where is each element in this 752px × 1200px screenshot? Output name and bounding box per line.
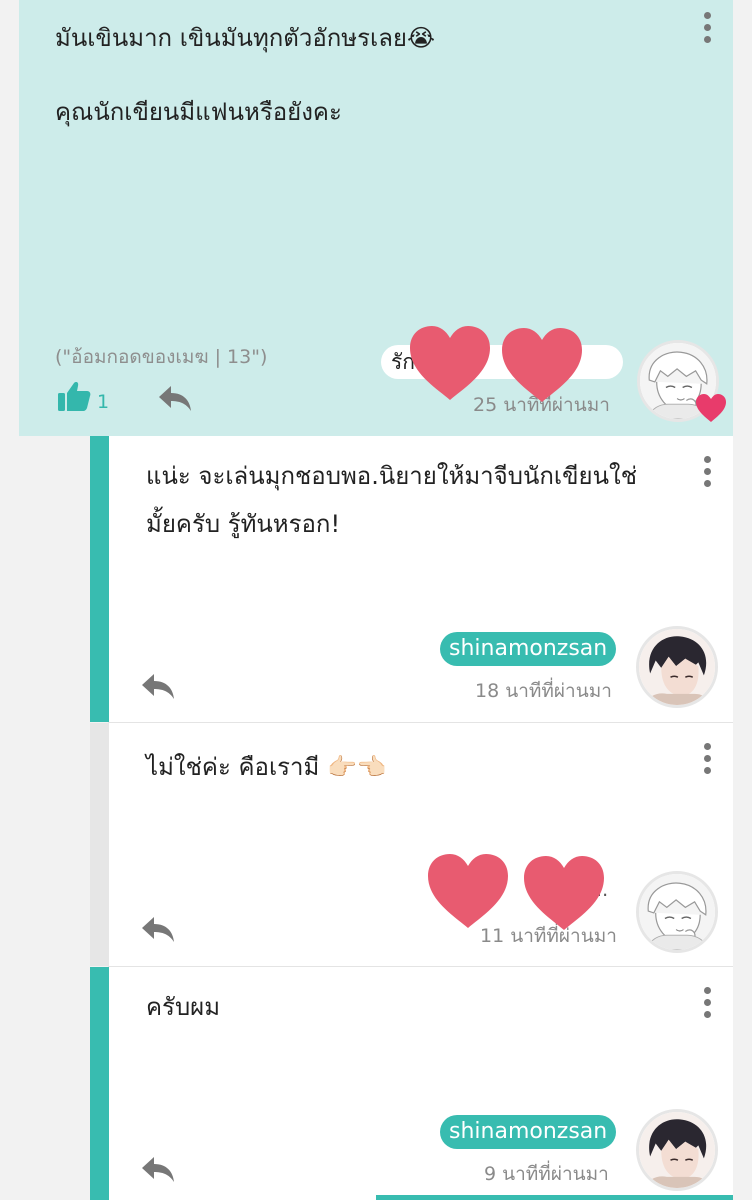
reply-accent-bar — [90, 967, 109, 1200]
reply-comment: ไม่ใช่ค่ะ คือเรามี 👉🏻👈🏻 ... 11 นาทีที่ผ่… — [90, 723, 733, 966]
reply-arrow-icon[interactable] — [140, 672, 176, 700]
more-options-icon[interactable] — [702, 456, 712, 487]
comment-text-line1: มันเขินมาก เขินมันทุกตัวอักษรเลย😭 — [55, 24, 436, 52]
reply-arrow-icon[interactable] — [140, 915, 176, 943]
reply-text-line: ไม่ใช่ค่ะ คือเรามี 👉🏻👈🏻 — [146, 753, 387, 781]
avatar[interactable] — [636, 1109, 718, 1191]
heart-sticker — [502, 328, 582, 402]
reply-arrow-icon[interactable] — [157, 384, 193, 412]
heart-sticker — [524, 856, 604, 930]
more-options-icon[interactable] — [702, 12, 712, 43]
heart-icon — [696, 394, 726, 422]
avatar[interactable] — [636, 626, 718, 708]
author-name-pill[interactable]: shinamonzsan — [440, 632, 617, 666]
reply-text-line: แน่ะ จะเล่นมุกชอบพอ.นิยายให้มาจีบนักเขีย… — [146, 462, 637, 490]
reply-comment: แน่ะ จะเล่นมุกชอบพอ.นิยายให้มาจีบนักเขีย… — [90, 436, 733, 722]
bottom-accent-strip — [376, 1195, 733, 1200]
reply-time: 9 นาทีที่ผ่านมา — [484, 1163, 609, 1185]
reply-time: 18 นาทีที่ผ่านมา — [475, 680, 612, 702]
more-options-icon[interactable] — [702, 987, 712, 1018]
reply-accent-bar — [90, 436, 109, 722]
main-comment-card: มันเขินมาก เขินมันทุกตัวอักษรเลย😭 คุณนัก… — [19, 0, 733, 436]
like-count: 1 — [97, 391, 110, 413]
reply-text-line: มั้ยครับ รู้ทันหรอก! — [146, 510, 341, 538]
chapter-reference: ("อ้อมกอดของเมฆ | 13") — [55, 346, 268, 368]
like-button[interactable]: 1 — [57, 380, 109, 412]
heart-sticker — [410, 326, 490, 400]
reply-arrow-icon[interactable] — [140, 1155, 176, 1183]
reply-comment: ครับผม shinamonzsan 9 นาทีที่ผ่านมา — [90, 967, 733, 1200]
heart-sticker — [428, 854, 508, 928]
comment-text-line2: คุณนักเขียนมีแฟนหรือยังคะ — [55, 98, 342, 126]
reply-accent-bar — [90, 723, 109, 966]
author-name-pill[interactable]: shinamonzsan — [440, 1115, 617, 1149]
reply-text-line: ครับผม — [146, 993, 221, 1021]
more-options-icon[interactable] — [702, 743, 712, 774]
thumbs-up-icon — [58, 382, 91, 411]
avatar[interactable] — [636, 871, 718, 953]
